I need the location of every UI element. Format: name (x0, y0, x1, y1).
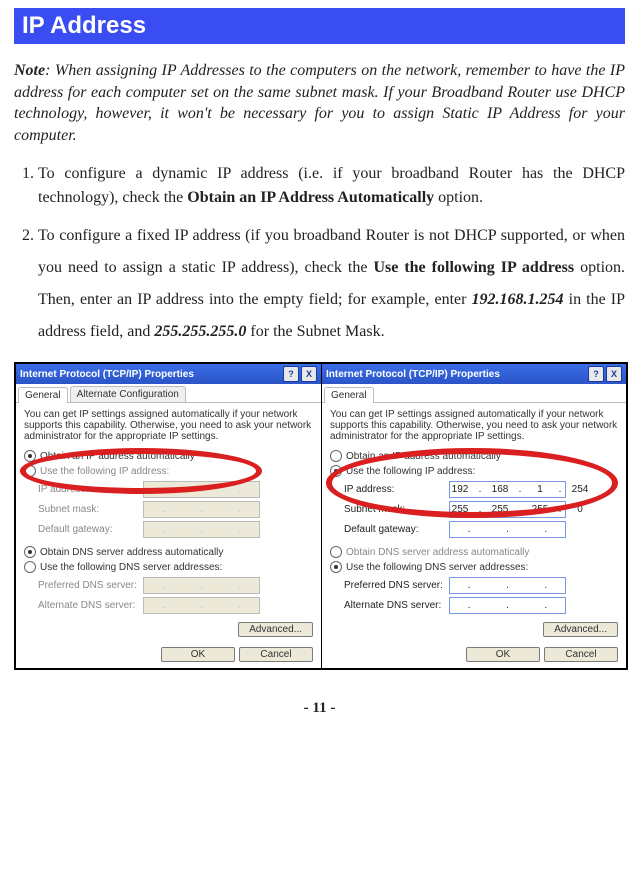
tab-row: General Alternate Configuration (16, 384, 321, 403)
radio-use-dns[interactable]: Use the following DNS server addresses: (24, 561, 313, 573)
note-paragraph: Note: When assigning IP Addresses to the… (14, 60, 625, 146)
label-altdns: Alternate DNS server: (38, 600, 143, 611)
titlebar: Internet Protocol (TCP/IP) Properties ? … (16, 364, 321, 384)
advanced-button[interactable]: Advanced... (238, 622, 313, 637)
label-pref: Preferred DNS server: (344, 580, 449, 591)
list-item-2: To configure a fixed IP address (if you … (38, 220, 625, 348)
pref-dns-field: ... (143, 577, 260, 594)
blurb-text: You can get IP settings assigned automat… (24, 409, 313, 442)
dialog-title: Internet Protocol (TCP/IP) Properties (20, 369, 194, 380)
label-mask: Subnet mask: (344, 504, 449, 515)
radio-dot-icon (330, 561, 342, 573)
radio-use-ip-label: Use the following IP address: (346, 466, 475, 477)
dialog-title: Internet Protocol (TCP/IP) Properties (326, 369, 500, 380)
li2-b: Use the following IP address (373, 259, 574, 276)
li1-post: option. (434, 189, 483, 206)
list-item-1: To configure a dynamic IP address (i.e. … (38, 162, 625, 210)
radio-auto-ip-label: Obtain an IP address automatically (40, 451, 195, 462)
radio-use-dns-label: Use the following DNS server addresses: (346, 562, 528, 573)
section-header: IP Address (14, 8, 625, 44)
radio-dot-icon (330, 450, 342, 462)
pref-dns-field[interactable]: ... (449, 577, 566, 594)
label-gw: Default gateway: (38, 524, 143, 535)
label-pref: Preferred DNS server: (38, 580, 143, 591)
close-icon[interactable]: X (301, 366, 317, 382)
ok-button[interactable]: OK (161, 647, 235, 662)
blurb-text: You can get IP settings assigned automat… (330, 409, 618, 442)
radio-auto-ip-label: Obtain an IP address automatically (346, 451, 501, 462)
mask-field[interactable]: 255. 255. 255. 0 (449, 501, 566, 518)
tab-general[interactable]: General (324, 387, 374, 403)
cancel-button[interactable]: Cancel (239, 647, 313, 662)
ip-field: ... (143, 481, 260, 498)
titlebar: Internet Protocol (TCP/IP) Properties ? … (322, 364, 626, 384)
window-buttons: ? X (588, 366, 622, 382)
screenshots-container: Internet Protocol (TCP/IP) Properties ? … (14, 362, 628, 670)
radio-auto-dns[interactable]: Obtain DNS server address automatically (330, 546, 618, 558)
li2-ip: 192.168.1.254 (472, 291, 564, 308)
li2-mask: 255.255.255.0 (154, 323, 246, 340)
mask-field: ... (143, 501, 260, 518)
radio-use-dns[interactable]: Use the following DNS server addresses: (330, 561, 618, 573)
tab-alternate[interactable]: Alternate Configuration (70, 386, 186, 402)
advanced-button[interactable]: Advanced... (543, 622, 618, 637)
help-icon[interactable]: ? (588, 366, 604, 382)
radio-use-ip[interactable]: Use the following IP address: (330, 465, 618, 477)
radio-dot-icon (330, 546, 342, 558)
radio-dot-icon (24, 561, 36, 573)
radio-use-ip[interactable]: Use the following IP address: (24, 465, 313, 477)
note-body: : When assigning IP Addresses to the com… (14, 62, 625, 144)
tcpip-dialog-static: Internet Protocol (TCP/IP) Properties ? … (321, 364, 626, 668)
alt-dns-field: ... (143, 597, 260, 614)
radio-auto-ip[interactable]: Obtain an IP address automatically (330, 450, 618, 462)
radio-dot-icon (330, 465, 342, 477)
alt-dns-field[interactable]: ... (449, 597, 566, 614)
label-altdns: Alternate DNS server: (344, 600, 449, 611)
gw-field: ... (143, 521, 260, 538)
label-mask: Subnet mask: (38, 504, 143, 515)
label-gw: Default gateway: (344, 524, 449, 535)
cancel-button[interactable]: Cancel (544, 647, 618, 662)
window-buttons: ? X (283, 366, 317, 382)
li1-bold: Obtain an IP Address Automatically (187, 189, 434, 206)
radio-use-dns-label: Use the following DNS server addresses: (40, 562, 222, 573)
radio-dot-icon (24, 450, 36, 462)
radio-auto-dns[interactable]: Obtain DNS server address automatically (24, 546, 313, 558)
radio-use-ip-label: Use the following IP address: (40, 466, 169, 477)
ok-button[interactable]: OK (466, 647, 540, 662)
radio-dot-icon (24, 465, 36, 477)
radio-dot-icon (24, 546, 36, 558)
label-ip: IP address: (344, 484, 449, 495)
label-ip: IP address: (38, 484, 143, 495)
radio-auto-dns-label: Obtain DNS server address automatically (346, 547, 529, 558)
help-icon[interactable]: ? (283, 366, 299, 382)
page-number: - 11 - (14, 700, 625, 717)
gw-field[interactable]: ... (449, 521, 566, 538)
radio-auto-dns-label: Obtain DNS server address automatically (40, 547, 223, 558)
tab-general[interactable]: General (18, 387, 68, 403)
li2-e: for the Subnet Mask. (246, 323, 384, 340)
radio-auto-ip[interactable]: Obtain an IP address automatically (24, 450, 313, 462)
close-icon[interactable]: X (606, 366, 622, 382)
tcpip-dialog-auto: Internet Protocol (TCP/IP) Properties ? … (16, 364, 321, 668)
note-label: Note (14, 62, 45, 79)
ip-field[interactable]: 192. 168. 1. 254 (449, 481, 566, 498)
tab-row: General (322, 384, 626, 403)
